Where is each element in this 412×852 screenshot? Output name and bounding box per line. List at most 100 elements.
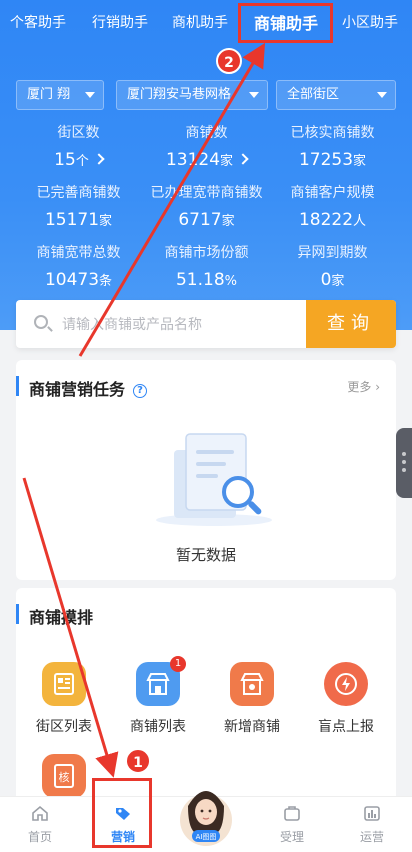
city-select[interactable]: 厦门 翔 <box>16 80 104 110</box>
stat-label: 街区数 <box>57 125 100 141</box>
shop-marketing-task-card: 商铺营销任务? 更多 › 暂无数据 <box>16 360 396 580</box>
add-shop-label: 新增商铺 <box>224 719 280 735</box>
stat-label: 商铺宽带总数 <box>36 245 121 261</box>
annotation-box-marketing-nav <box>92 778 152 848</box>
stat-customer-scale: 商铺客户规模 18222人 <box>264 182 401 230</box>
help-icon[interactable]: ? <box>133 383 148 398</box>
search-bar: 请输入商铺或产品名称 查询 <box>16 300 396 348</box>
handle-dot <box>402 452 406 456</box>
stat-value: 0 <box>320 270 332 290</box>
top-tabs: 个客助手 行销助手 商机助手 商铺助手 小区助手 <box>0 0 412 44</box>
stat-value: 15 <box>54 150 76 170</box>
chevron-right-icon: › <box>375 380 380 394</box>
card-title-text: 商铺摸排 <box>29 608 94 627</box>
area-select[interactable]: 厦门翔安马巷网格 <box>116 80 268 110</box>
more-link-text: 更多 <box>347 380 372 394</box>
more-link[interactable]: 更多 › <box>347 378 380 395</box>
stat-shop-count[interactable]: 商铺数 13124家 <box>138 122 275 170</box>
stat-label: 已完善商铺数 <box>36 185 121 201</box>
street-select[interactable]: 全部街区 <box>276 80 396 110</box>
street-list-icon <box>42 662 86 706</box>
street-select-value: 全部街区 <box>287 87 340 102</box>
chevron-right-icon <box>237 153 249 165</box>
stat-broadband-shops: 已办理宽带商铺数 6717家 <box>138 182 275 230</box>
tab-personal-assistant[interactable]: 个客助手 <box>10 12 66 32</box>
stat-unit: 家 <box>99 214 113 229</box>
tab-community-assistant[interactable]: 小区助手 <box>342 12 398 32</box>
empty-data-text: 暂无数据 <box>175 546 236 564</box>
handle-dot <box>402 460 406 464</box>
tab-marketing-assistant[interactable]: 行销助手 <box>92 12 148 32</box>
chart-icon <box>364 806 380 821</box>
stat-unit: 家 <box>220 154 234 169</box>
notification-badge: 1 <box>170 656 186 672</box>
dropdown-arrow-icon <box>249 92 259 98</box>
dropdown-arrow-icon <box>377 92 387 98</box>
stat-label: 已核实商铺数 <box>290 125 375 141</box>
verify-document-icon: 核 <box>42 754 86 798</box>
stat-label: 异网到期数 <box>297 245 368 261</box>
ai-avatar-label: AI图图 <box>196 833 217 841</box>
stat-value: 10473 <box>44 270 100 290</box>
card-title: 商铺摸排 <box>16 604 94 627</box>
stat-broadband-total: 商铺宽带总数 10473条 <box>10 242 147 290</box>
area-select-value: 厦门翔安马巷网格 <box>127 87 232 102</box>
shop-list-entry[interactable]: 1 商铺列表 <box>113 656 203 736</box>
side-drawer-handle[interactable] <box>396 428 412 498</box>
stat-value: 13124 <box>165 150 221 170</box>
stat-label: 已办理宽带商铺数 <box>150 185 263 201</box>
ai-avatar-icon: AI图图 <box>180 791 232 846</box>
city-select-value: 厦门 翔 <box>27 87 71 102</box>
nav-home[interactable]: 首页 <box>10 805 70 845</box>
stat-street-count[interactable]: 街区数 15个 <box>10 122 147 170</box>
verify-icon-text: 核 <box>59 770 70 784</box>
stat-value: 18222 <box>298 210 354 230</box>
chevron-right-icon <box>93 153 105 165</box>
street-list-label: 街区列表 <box>36 719 92 735</box>
stat-value: 6717 <box>178 210 222 230</box>
stat-unit: 人 <box>353 214 367 229</box>
nav-accept[interactable]: 受理 <box>262 805 322 845</box>
shop-list-icon: 1 <box>136 656 186 706</box>
header-panel: 个客助手 行销助手 商机助手 商铺助手 小区助手 厦门 翔 厦门翔安马巷网格 全… <box>0 0 412 330</box>
lightning-icon <box>324 662 368 706</box>
annotation-step-2: 2 <box>216 48 242 74</box>
add-shop-icon <box>230 662 274 706</box>
stat-label: 商铺数 <box>185 125 228 141</box>
street-list-entry[interactable]: 街区列表 <box>19 662 109 736</box>
stat-value: 17253 <box>298 150 354 170</box>
stat-label: 商铺市场份额 <box>164 245 249 261</box>
handle-dot <box>402 468 406 472</box>
stat-verified-shops: 已核实商铺数 17253家 <box>264 122 401 170</box>
search-button[interactable]: 查询 <box>306 300 396 348</box>
stat-value: 51.18 <box>175 270 225 290</box>
annotation-box-shop-tab <box>238 3 333 43</box>
search-input[interactable]: 请输入商铺或产品名称 <box>62 314 202 334</box>
tab-business-opportunity[interactable]: 商机助手 <box>172 12 228 32</box>
nav-operations[interactable]: 运营 <box>342 805 402 845</box>
home-icon <box>32 805 48 821</box>
ai-assistant-avatar[interactable]: AI图图 <box>178 776 234 846</box>
blind-spot-report-entry[interactable]: 盲点上报 <box>301 662 391 736</box>
nav-operations-label: 运营 <box>359 830 384 844</box>
add-shop-entry[interactable]: 新增商铺 <box>207 662 297 736</box>
blind-spot-report-label: 盲点上报 <box>318 719 374 735</box>
stat-competitor-expiry: 异网到期数 0家 <box>264 242 401 290</box>
search-icon <box>34 315 48 329</box>
stat-unit: 条 <box>99 274 113 289</box>
shop-list-label: 商铺列表 <box>130 719 186 735</box>
stat-unit: 个 <box>75 154 89 169</box>
nav-accept-label: 受理 <box>279 830 304 844</box>
briefcase-icon <box>284 806 300 821</box>
stat-market-share: 商铺市场份额 51.18% <box>138 242 275 290</box>
stat-completed-shops: 已完善商铺数 15171家 <box>10 182 147 230</box>
card-title: 商铺营销任务? <box>16 376 148 399</box>
dropdown-arrow-icon <box>85 92 95 98</box>
nav-home-label: 首页 <box>27 830 52 844</box>
card-title-text: 商铺营销任务 <box>29 380 126 399</box>
stat-unit: 家 <box>353 154 367 169</box>
shop-survey-card: 商铺摸排 街区列表 1 商铺列表 新增商铺 盲点上报 核 <box>16 588 396 808</box>
stat-label: 商铺客户规模 <box>290 185 375 201</box>
empty-data-illustration-icon <box>156 433 272 526</box>
stat-value: 15171 <box>44 210 100 230</box>
